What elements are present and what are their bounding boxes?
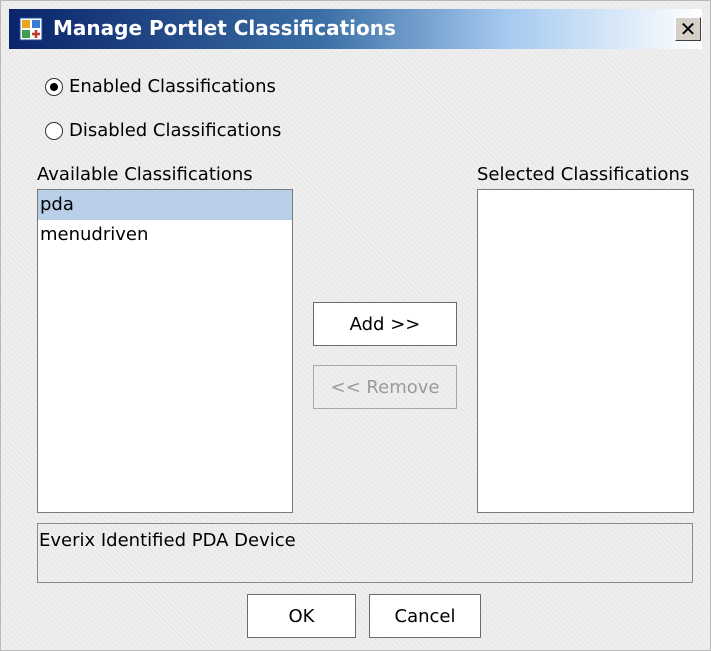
close-icon: ✕	[679, 17, 697, 41]
remove-button[interactable]: << Remove	[313, 365, 457, 409]
available-classifications-list[interactable]: pda menudriven	[37, 189, 293, 513]
enabled-classifications-radio[interactable]: Enabled Classifications	[45, 76, 276, 97]
close-button[interactable]: ✕	[675, 17, 701, 41]
window-title: Manage Portlet Classifications	[53, 16, 396, 40]
ok-button[interactable]: OK	[247, 594, 356, 638]
available-classifications-label: Available Classifications	[37, 164, 253, 185]
radio-unchecked-icon	[45, 121, 63, 140]
manage-classifications-dialog: Manage Portlet Classifications ✕ Enabled…	[0, 0, 711, 651]
list-item[interactable]: menudriven	[38, 220, 292, 250]
classification-description: Everix Identified PDA Device	[37, 523, 693, 583]
cancel-button[interactable]: Cancel	[369, 594, 481, 638]
title-bar[interactable]: Manage Portlet Classifications ✕	[9, 9, 702, 49]
portlet-app-icon	[19, 17, 43, 41]
disabled-classifications-radio[interactable]: Disabled Classifications	[45, 120, 281, 141]
enabled-classifications-label: Enabled Classifications	[69, 76, 276, 97]
selected-classifications-label: Selected Classifications	[477, 164, 690, 185]
disabled-classifications-label: Disabled Classifications	[69, 120, 282, 141]
list-item[interactable]: pda	[38, 190, 292, 220]
radio-checked-icon	[45, 77, 63, 96]
selected-classifications-list[interactable]	[477, 189, 694, 513]
add-button[interactable]: Add >>	[313, 302, 457, 346]
